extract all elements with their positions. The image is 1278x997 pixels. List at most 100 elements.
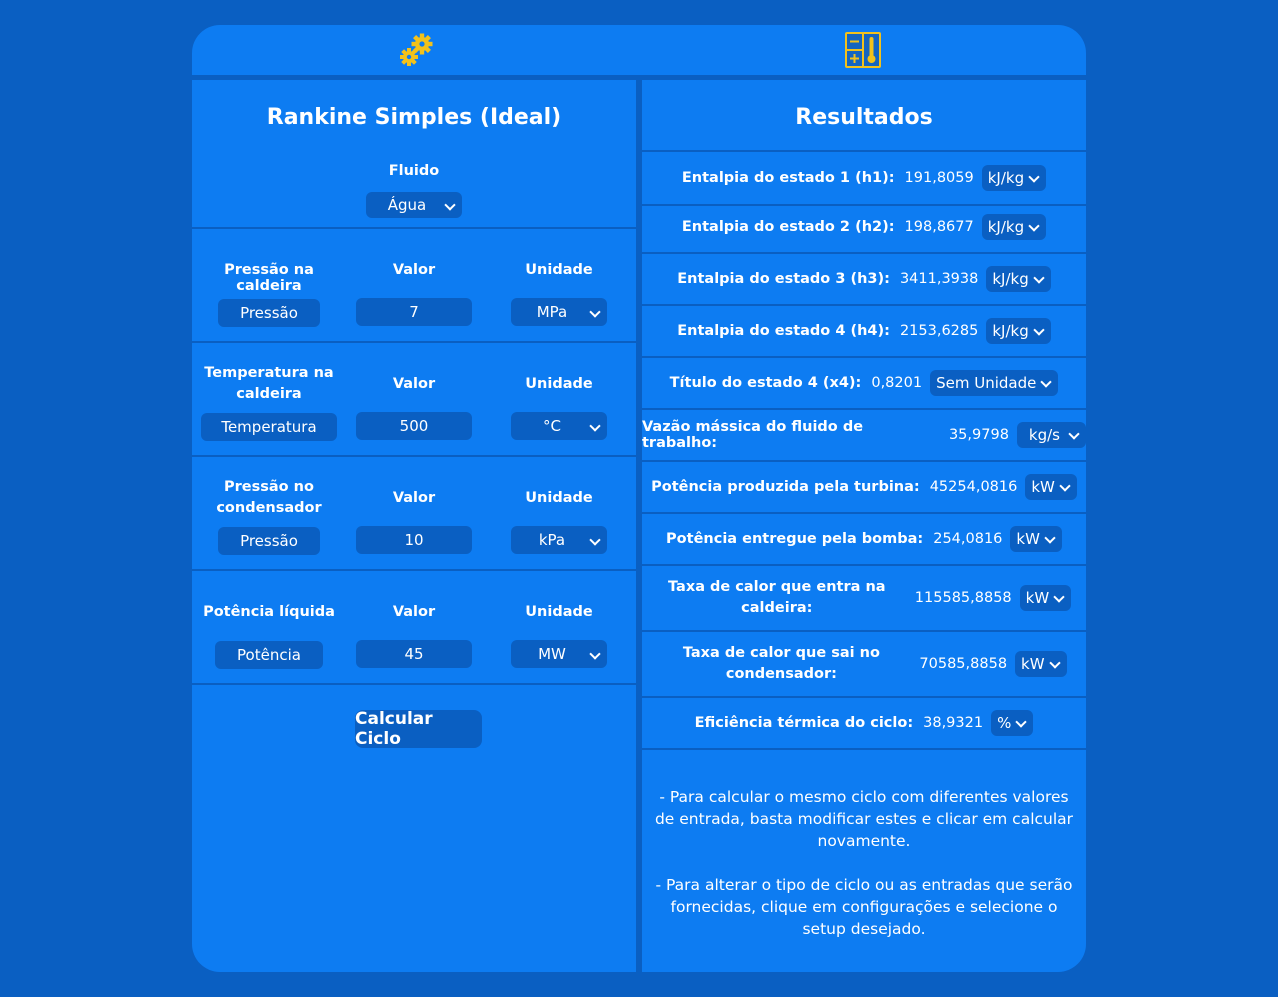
- result-row: Taxa de calor que entra na caldeira: 115…: [642, 566, 1086, 632]
- result-unit-select[interactable]: kJ/kg: [981, 214, 1047, 240]
- value-header: Valor: [392, 490, 436, 506]
- settings-button[interactable]: [192, 25, 639, 75]
- result-unit-select[interactable]: kJ/kg: [981, 165, 1047, 191]
- result-value: 45254,0816: [929, 479, 1018, 495]
- result-unit-select[interactable]: kJ/kg: [986, 266, 1051, 292]
- chevron-down-icon: [1028, 220, 1040, 232]
- result-value: 3411,3938: [899, 271, 979, 287]
- result-label: Potência produzida pela turbina:: [651, 479, 920, 495]
- chevron-down-icon: [444, 199, 456, 211]
- unit-select-value: MPa: [536, 303, 568, 321]
- result-label: Entalpia do estado 1 (h1):: [681, 170, 895, 186]
- unit-select[interactable]: MW: [511, 640, 607, 668]
- type-button[interactable]: Pressão: [218, 527, 320, 555]
- row-label: Temperatura na caldeira: [204, 365, 334, 402]
- fluid-select-value: Água: [387, 196, 427, 214]
- result-row: Potência entregue pela bomba: 254,0816 k…: [642, 514, 1086, 566]
- result-row: Entalpia do estado 1 (h1): 191,8059 kJ/k…: [642, 150, 1086, 206]
- result-unit-select[interactable]: kJ/kg: [986, 318, 1051, 344]
- value-header: Valor: [392, 262, 436, 278]
- chevron-down-icon: [1015, 716, 1028, 728]
- chevron-down-icon: [1053, 591, 1065, 603]
- unit-value: kW: [1031, 478, 1055, 496]
- type-button[interactable]: Pressão: [218, 299, 320, 327]
- result-row: Vazão mássica do fluido de trabalho: 35,…: [642, 410, 1086, 462]
- page-title: Rankine Simples (Ideal): [266, 105, 562, 130]
- net-power-section: Potência líquida Valor Unidade Potência …: [192, 571, 636, 685]
- result-row: Eficiência térmica do ciclo: 38,9321 %: [642, 698, 1086, 750]
- chevron-down-icon: [589, 306, 601, 318]
- result-value: 254,0816: [933, 531, 1003, 547]
- result-label: Entalpia do estado 3 (h3):: [677, 271, 890, 287]
- unit-select[interactable]: °C: [511, 412, 607, 440]
- result-unit-select[interactable]: kW: [1015, 651, 1067, 677]
- result-row: Título do estado 4 (x4): 0,8201 Sem Unid…: [642, 358, 1086, 410]
- unit-value: %: [997, 714, 1012, 732]
- result-unit-select[interactable]: Sem Unidade: [930, 370, 1059, 396]
- value-input[interactable]: 45: [356, 640, 472, 668]
- result-value: 0,8201: [871, 375, 923, 391]
- result-value: 115585,8858: [914, 590, 1012, 606]
- result-label: Eficiência térmica do ciclo:: [694, 715, 914, 731]
- unit-value: kg/s: [1028, 426, 1060, 444]
- boiler-pressure-section: Pressão na caldeira Valor Unidade Pressã…: [192, 229, 636, 343]
- note-settings: - Para alterar o tipo de ciclo ou as ent…: [655, 876, 1073, 938]
- top-bar: [192, 25, 1086, 75]
- result-label: Potência entregue pela bomba:: [666, 531, 924, 547]
- unit-header: Unidade: [525, 262, 593, 278]
- fluid-select[interactable]: Água: [366, 192, 462, 218]
- result-value: 35,9798: [948, 427, 1009, 443]
- chevron-down-icon: [1033, 324, 1045, 336]
- chevron-down-icon: [1068, 428, 1080, 440]
- result-row: Entalpia do estado 2 (h2): 198,8677 kJ/k…: [642, 202, 1086, 254]
- result-unit-select[interactable]: %: [991, 710, 1034, 736]
- result-unit-select[interactable]: kW: [1025, 474, 1077, 500]
- unit-value: Sem Unidade: [936, 374, 1037, 392]
- calculate-button[interactable]: Calcular Ciclo: [355, 709, 482, 749]
- result-label: Entalpia do estado 4 (h4):: [677, 323, 890, 339]
- result-value: 191,8059: [904, 170, 974, 186]
- boiler-temperature-section: Temperatura na caldeira Valor Unidade Te…: [192, 343, 636, 457]
- fluid-section: Rankine Simples (Ideal) Fluido Água: [192, 80, 636, 229]
- chevron-down-icon: [1059, 480, 1071, 492]
- unit-select[interactable]: kPa: [511, 526, 607, 554]
- unit-value: kJ/kg: [987, 218, 1025, 236]
- results-title: Resultados: [795, 105, 933, 130]
- unit-value: kW: [1025, 589, 1050, 607]
- result-unit-select[interactable]: kW: [1019, 585, 1072, 611]
- value-input[interactable]: 7: [356, 298, 472, 326]
- chevron-down-icon: [589, 534, 601, 546]
- unit-header: Unidade: [525, 490, 593, 506]
- input-panel: Rankine Simples (Ideal) Fluido Água Pres…: [192, 80, 636, 972]
- chevron-down-icon: [589, 420, 601, 432]
- fluid-label: Fluido: [388, 163, 440, 179]
- type-button[interactable]: Temperatura: [201, 413, 337, 441]
- unit-value: kJ/kg: [992, 270, 1029, 288]
- chevron-down-icon: [589, 648, 601, 660]
- calculator-button[interactable]: [639, 25, 1086, 75]
- result-unit-select[interactable]: kg/s: [1016, 422, 1086, 448]
- app-frame: Rankine Simples (Ideal) Fluido Água Pres…: [192, 25, 1086, 972]
- note-recalculate: - Para calcular o mesmo ciclo com difere…: [654, 788, 1074, 850]
- unit-select[interactable]: MPa: [511, 298, 607, 326]
- row-label: Potência líquida: [203, 604, 335, 620]
- unit-header: Unidade: [525, 376, 593, 392]
- value-input[interactable]: 10: [356, 526, 472, 554]
- value-input[interactable]: 500: [356, 412, 472, 440]
- result-label: Taxa de calor que entra na caldeira:: [668, 579, 886, 616]
- result-unit-select[interactable]: kW: [1010, 526, 1062, 552]
- chevron-down-icon: [1028, 171, 1040, 183]
- row-label: Pressão na caldeira: [224, 262, 314, 294]
- chevron-down-icon: [1048, 657, 1061, 669]
- result-label: Taxa de calor que sai no condensador:: [682, 645, 880, 682]
- type-button[interactable]: Potência: [215, 641, 323, 669]
- row-label: Pressão no condensador: [216, 479, 322, 516]
- result-row: Entalpia do estado 3 (h3): 3411,3938 kJ/…: [642, 254, 1086, 306]
- chevron-down-icon: [1040, 376, 1053, 388]
- value-header: Valor: [392, 604, 436, 620]
- result-row: Taxa de calor que sai no condensador: 70…: [642, 632, 1086, 698]
- results-panel: Resultados Entalpia do estado 1 (h1): 19…: [642, 80, 1086, 972]
- result-label: Entalpia do estado 2 (h2):: [681, 219, 895, 235]
- unit-header: Unidade: [525, 604, 593, 620]
- unit-value: kJ/kg: [987, 169, 1025, 187]
